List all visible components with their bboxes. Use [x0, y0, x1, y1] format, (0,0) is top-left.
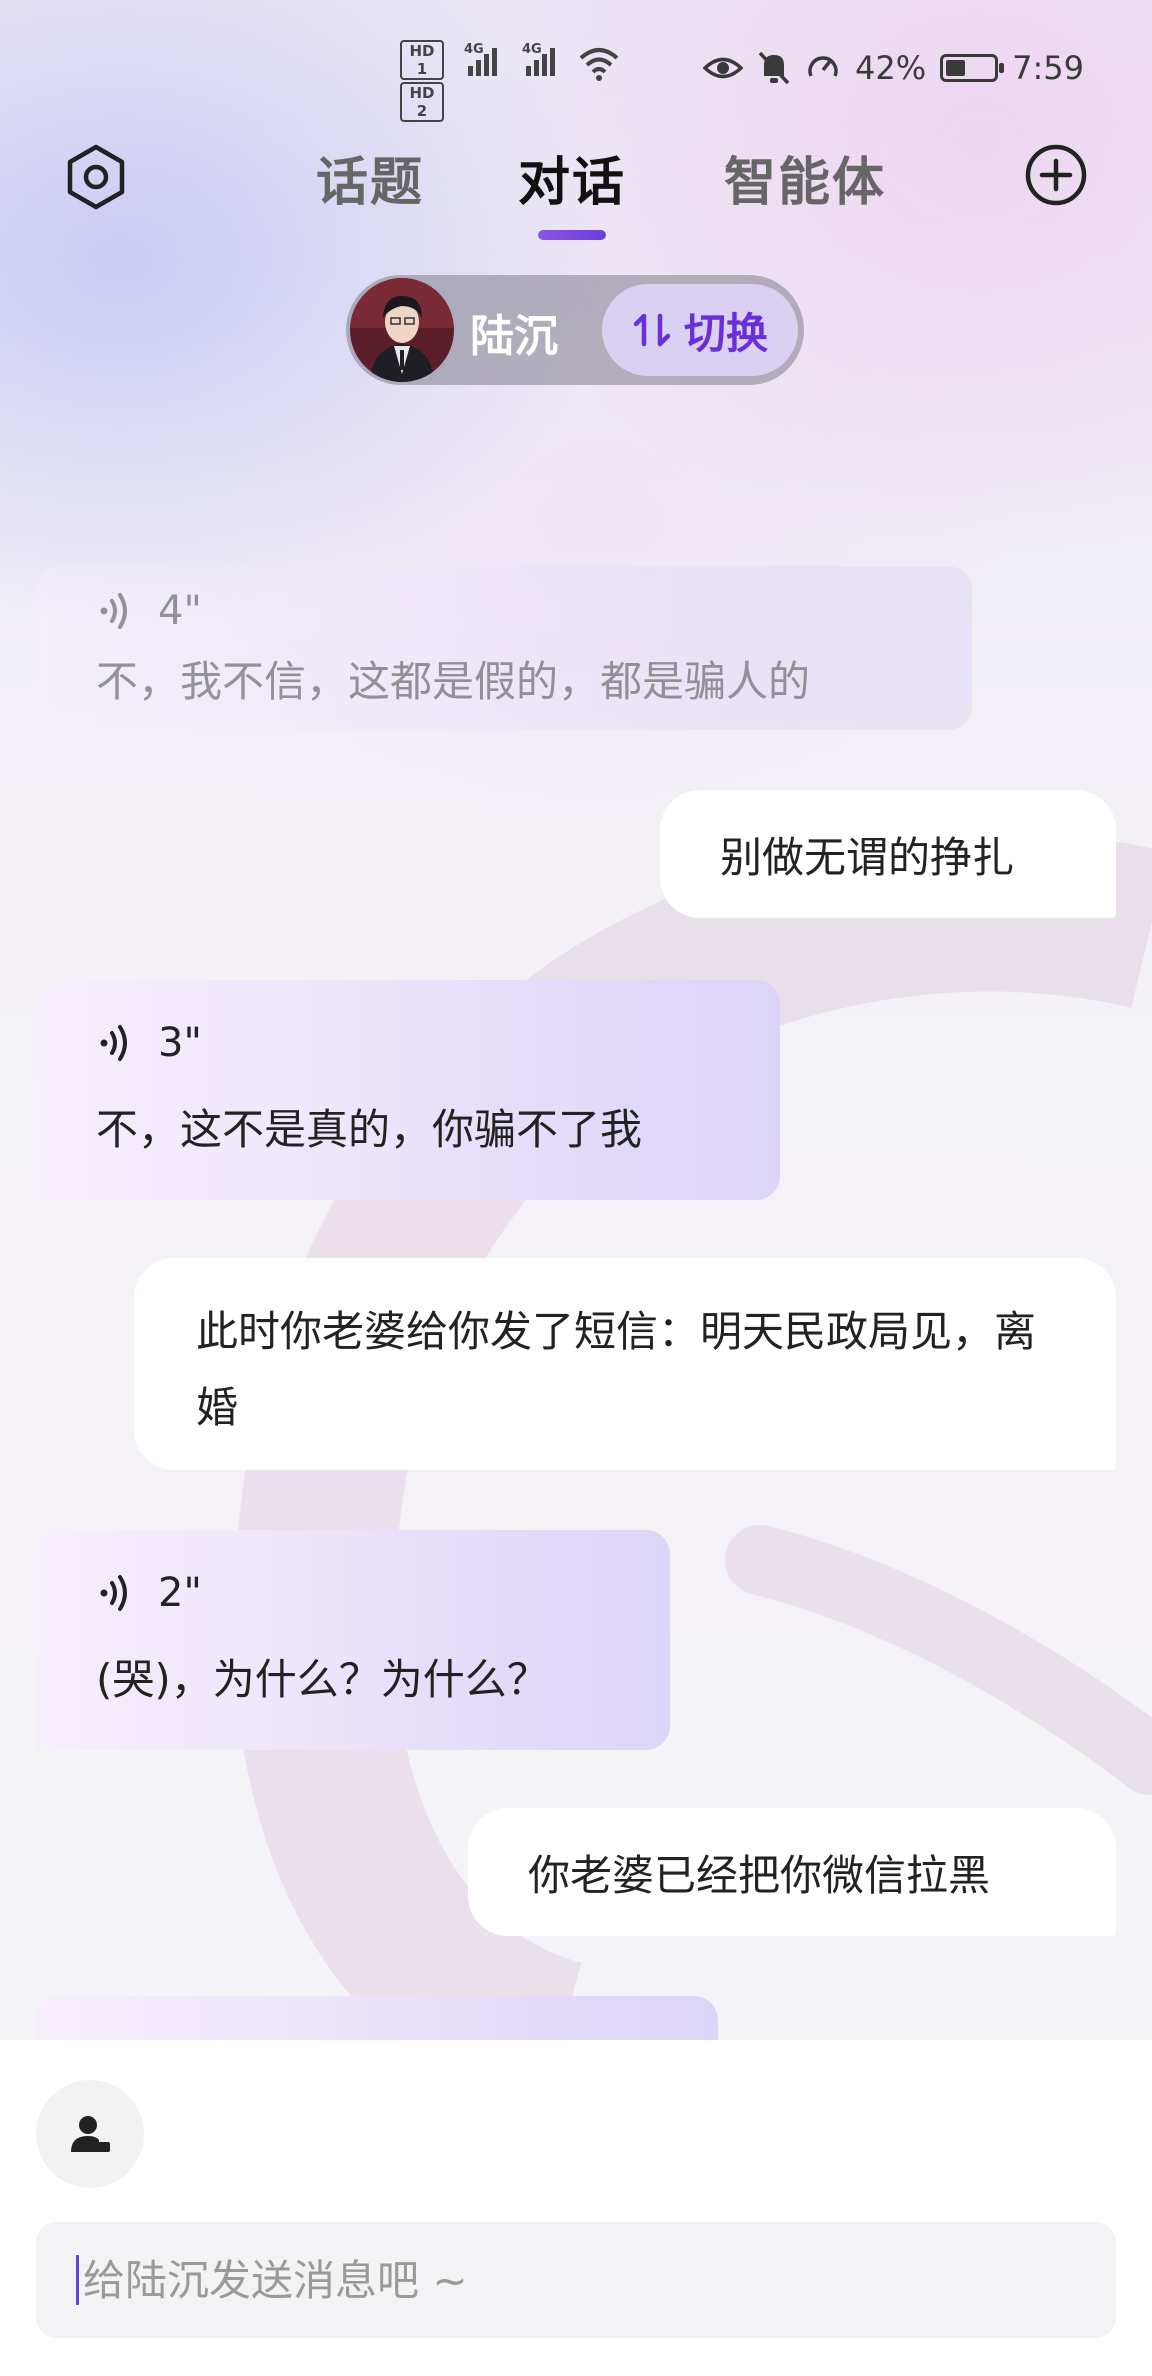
tab-topics[interactable]: 话题 [316, 140, 424, 215]
voice-wave-icon [100, 1025, 127, 1061]
tab-chat[interactable]: 对话 [518, 140, 626, 215]
message-text: 不，我不信，这都是假的，都是骗人的 [96, 657, 811, 706]
switch-arrows-icon [633, 313, 671, 347]
user-message[interactable]: 别做无谓的挣扎 [660, 790, 1116, 918]
persona-button[interactable] [36, 2080, 144, 2188]
switch-label: 切换 [683, 308, 768, 358]
message-text: 此时你老婆给你发了短信：明天民政局见，离婚 [196, 1307, 1037, 1432]
message-input[interactable] [81, 2254, 985, 2306]
bot-message[interactable]: 2" (哭)，为什么？为什么？ [36, 1530, 670, 1750]
voice-wave-icon [100, 1575, 127, 1611]
user-message[interactable]: 你老婆已经把你微信拉黑 [468, 1808, 1116, 1936]
voice-play-button[interactable]: 4" [96, 588, 912, 634]
voice-duration: 4" [158, 588, 202, 634]
settings-icon[interactable] [62, 143, 130, 211]
network-type-1: 4G [464, 42, 484, 57]
voice-wave-icon [100, 593, 127, 629]
user-message[interactable]: 此时你老婆给你发了短信：明天民政局见，离婚 [134, 1258, 1116, 1470]
character-name: 陆沉 [470, 311, 558, 362]
wifi-icon [579, 48, 619, 81]
text-caret [76, 2255, 79, 2305]
avatar[interactable] [350, 278, 454, 382]
add-icon[interactable] [1024, 143, 1088, 207]
message-text: 别做无谓的挣扎 [720, 832, 1015, 882]
voice-play-button[interactable]: 2" [96, 1570, 610, 1616]
clock: 7:59 [1012, 49, 1084, 87]
user-persona-icon [71, 2116, 110, 2152]
bot-message[interactable]: 3" 不，这不是真的，你骗不了我 [36, 980, 780, 1200]
status-bar: HD 1 HD 2 4G 4G 42% 7:59 [0, 30, 1152, 122]
network-type-2: 4G [522, 42, 542, 57]
message-text: 你老婆已经把你微信拉黑 [528, 1850, 991, 1900]
speed-icon [808, 56, 838, 77]
battery-icon [940, 54, 1005, 82]
message-input-box[interactable] [36, 2222, 1116, 2338]
hd1-label: HD 1 [400, 40, 444, 80]
bot-message[interactable]: 4" 不，我不信，这都是假的，都是骗人的 [36, 566, 972, 730]
bell-muted-icon [758, 51, 790, 85]
battery-percent: 42% [855, 49, 927, 87]
eye-icon [703, 57, 744, 79]
active-tab-indicator [538, 230, 606, 240]
message-text: (哭)，为什么？为什么？ [96, 1655, 549, 1704]
hd-indicator: HD 1 HD 2 [400, 38, 448, 124]
signal-icon: 4G [464, 42, 497, 76]
voice-duration: 2" [158, 1570, 202, 1616]
voice-play-button[interactable]: 3" [96, 1020, 720, 1066]
switch-character-button[interactable]: 切换 [602, 284, 798, 376]
tab-agents[interactable]: 智能体 [724, 140, 886, 215]
message-text: 不，这不是真的，你骗不了我 [96, 1105, 643, 1154]
voice-duration: 3" [158, 1020, 202, 1066]
signal-icon: 4G [522, 42, 555, 76]
hd2-label: HD 2 [400, 82, 444, 122]
